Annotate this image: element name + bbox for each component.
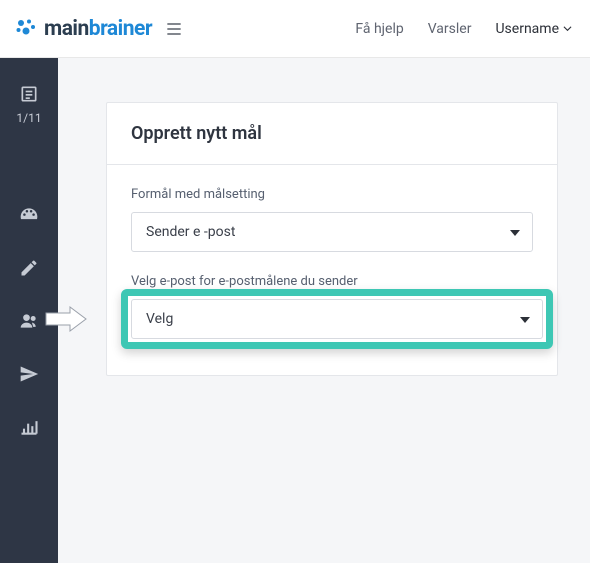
nav-help[interactable]: Få hjelp — [355, 21, 403, 37]
card-body: Formål med målsetting Sender e -post Vel… — [107, 165, 557, 375]
caret-down-icon — [520, 311, 530, 327]
caret-down-icon — [510, 224, 520, 240]
email-select-label: Velg e-post for e-postmålene du sender — [131, 274, 533, 289]
nav-alerts[interactable]: Varsler — [428, 21, 472, 37]
field-purpose: Formål med målsetting Sender e -post — [131, 187, 533, 252]
field-email: Velg e-post for e-postmålene du sender V… — [131, 274, 533, 349]
user-menu[interactable]: Username — [495, 21, 572, 37]
chart-icon — [19, 417, 39, 440]
purpose-select[interactable]: Sender e -post — [131, 212, 533, 252]
card: Opprett nytt mål Formål med målsetting S… — [106, 102, 558, 376]
sidebar-item-dashboard[interactable] — [0, 205, 58, 228]
step-counter: 1/11 — [16, 111, 41, 125]
email-select[interactable]: Velg — [131, 299, 543, 339]
paper-plane-icon — [19, 364, 39, 387]
sidebar-item-steps[interactable]: 1/11 — [0, 84, 58, 125]
sidebar-item-edit[interactable] — [0, 258, 58, 281]
card-header: Opprett nytt mål — [107, 103, 557, 165]
sidebar-item-send[interactable] — [0, 364, 58, 387]
card-title: Opprett nytt mål — [131, 123, 533, 144]
sidebar-item-analytics[interactable] — [0, 417, 58, 440]
username-label: Username — [495, 21, 559, 37]
header-nav: Få hjelp Varsler Username — [355, 21, 572, 37]
pencil-icon — [19, 258, 39, 281]
email-select-value: Velg — [146, 311, 173, 327]
header: mainbrainer Få hjelp Varsler Username — [0, 0, 590, 58]
purpose-label: Formål med målsetting — [131, 187, 533, 202]
users-icon — [19, 311, 39, 334]
main: Opprett nytt mål Formål med målsetting S… — [58, 58, 590, 563]
logo-text: mainbrainer — [44, 17, 152, 41]
highlighted-area: Velg — [121, 289, 553, 349]
gauge-icon — [19, 205, 39, 228]
logo-dots-icon — [14, 17, 38, 41]
logo[interactable]: mainbrainer — [14, 17, 152, 41]
list-icon — [19, 84, 39, 107]
hamburger-icon[interactable] — [164, 19, 184, 39]
purpose-value: Sender e -post — [146, 224, 235, 240]
chevron-down-icon — [563, 24, 572, 33]
arrow-pointer-icon — [44, 305, 88, 337]
